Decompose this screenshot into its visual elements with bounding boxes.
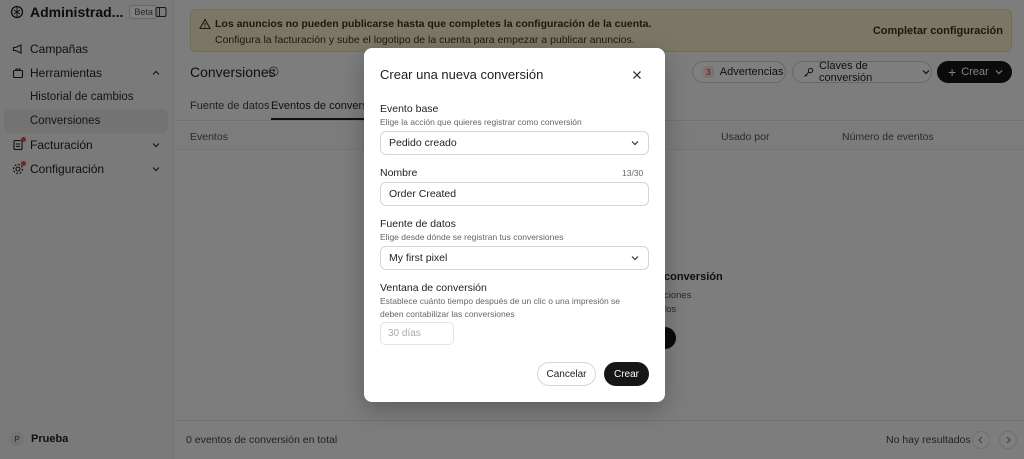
name-value: Order Created xyxy=(389,188,457,200)
base-event-select[interactable]: Pedido creado xyxy=(380,131,649,155)
create-conversion-button[interactable]: Crear xyxy=(604,362,649,386)
chevron-down-icon xyxy=(630,253,640,263)
name-input[interactable]: Order Created xyxy=(380,182,649,206)
dialog-title: Crear una nueva conversión xyxy=(380,67,544,82)
data-source-select[interactable]: My first pixel xyxy=(380,246,649,270)
conversion-window-input[interactable]: 30 días xyxy=(380,322,454,345)
conversion-window-placeholder: 30 días xyxy=(388,328,421,339)
data-source-hint: Elige desde dónde se registran tus conve… xyxy=(380,232,564,242)
conversion-window-label: Ventana de conversión xyxy=(380,282,487,294)
data-source-value: My first pixel xyxy=(389,252,448,264)
conversion-window-hint: Establece cuánto tiempo después de un cl… xyxy=(380,296,621,319)
name-char-counter: 13/30 xyxy=(622,168,644,178)
base-event-label: Evento base xyxy=(380,103,439,115)
create-conversion-dialog: Crear una nueva conversión Evento base E… xyxy=(364,48,665,402)
cancel-button[interactable]: Cancelar xyxy=(537,362,596,386)
base-event-value: Pedido creado xyxy=(389,137,457,149)
close-icon[interactable] xyxy=(630,68,644,82)
base-event-hint: Elige la acción que quieres registrar co… xyxy=(380,117,582,127)
chevron-down-icon xyxy=(630,138,640,148)
data-source-label: Fuente de datos xyxy=(380,218,456,230)
name-label: Nombre xyxy=(380,167,418,179)
